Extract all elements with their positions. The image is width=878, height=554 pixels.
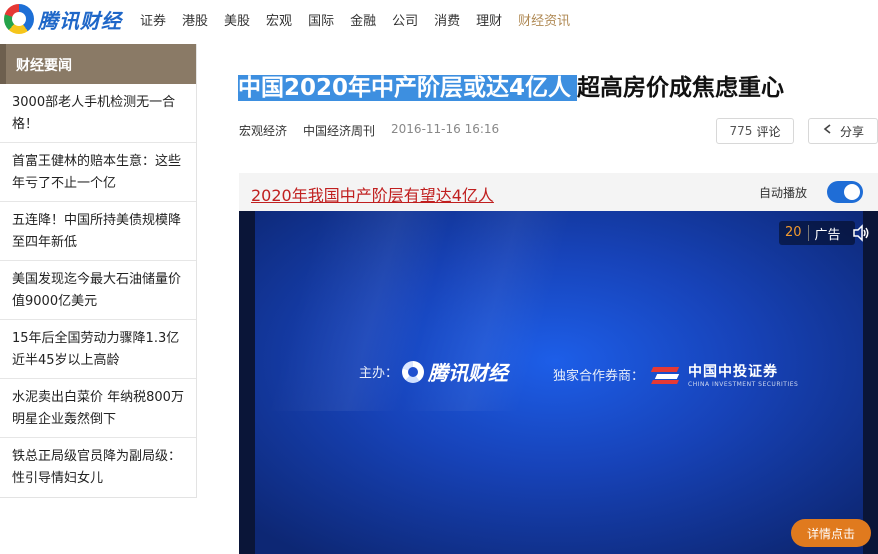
partner-prefix: 独家合作券商： [553, 369, 645, 384]
news-sidebar: 财经要闻 3000部老人手机检测无一合格！ 首富王健林的赔本生意：这些年亏了不止… [0, 44, 197, 498]
partner-name-en: CHINA INVESTMENT SECURITIES [688, 381, 799, 388]
sidebar-news-item[interactable]: 首富王健林的赔本生意：这些年亏了不止一个亿 [0, 143, 196, 202]
nav-item-finance-news[interactable]: 财经资讯 [518, 10, 570, 29]
nav-item-macro[interactable]: 宏观 [266, 10, 292, 29]
comment-label: 评论 [756, 124, 781, 139]
sponsor-logo-icon [402, 360, 425, 383]
ad-label: 广告 [814, 227, 841, 243]
sponsor-prefix: 主办： [359, 366, 399, 381]
article-title: 中国2020年中产阶层或达4亿人 超高房价成焦虑重心 [238, 72, 784, 104]
partner-credit: 独家合作券商： 中国中投证券 CHINA INVESTMENT SECURITI… [553, 361, 798, 388]
share-label: 分享 [839, 124, 864, 139]
article-time: 2016-11-16 16:16 [391, 122, 500, 136]
sidebar-news-item[interactable]: 五连降！中国所持美债规模降至四年新低 [0, 202, 196, 261]
ad-countdown-badge: 20 广告 [779, 221, 855, 245]
article-title-rest: 超高房价成焦虑重心 [577, 75, 785, 101]
channel-nav: 证券 港股 美股 宏观 国际 金融 公司 消费 理财 财经资讯 [140, 10, 586, 29]
sidebar-news-item[interactable]: 美国发现迄今最大石油储量价值9000亿美元 [0, 261, 196, 320]
toggle-knob [844, 184, 860, 200]
sidebar-news-item[interactable]: 铁总正局级官员降为副局级：性引导情妇女儿 [0, 438, 196, 497]
volume-icon[interactable] [851, 223, 871, 243]
brand-logo-icon [4, 4, 34, 34]
ad-countdown: 20 [779, 225, 809, 241]
sponsor-logo: 腾讯财经 [402, 357, 508, 386]
nav-item-securities[interactable]: 证券 [140, 10, 166, 29]
sponsor-brand: 腾讯财经 [428, 361, 509, 385]
nav-item-finance[interactable]: 金融 [350, 10, 376, 29]
sidebar-title: 财经要闻 [16, 58, 72, 74]
share-button[interactable]: 分享 [808, 118, 878, 144]
comment-count: 775 [729, 124, 753, 138]
video-header-bar: 2020年我国中产阶层有望达4亿人 自动播放 [239, 173, 878, 211]
nav-item-wealth[interactable]: 理财 [476, 10, 502, 29]
article-title-selected: 中国2020年中产阶层或达4亿人 [238, 75, 578, 101]
brand-name: 腾讯财经 [38, 8, 122, 33]
site-logo[interactable]: 腾讯财经 [4, 4, 122, 34]
top-navigation: 腾讯财经 证券 港股 美股 宏观 国际 金融 公司 消费 理财 财经资讯 [0, 0, 878, 38]
autoplay-label: 自动播放 [759, 186, 808, 200]
nav-item-companies[interactable]: 公司 [392, 10, 418, 29]
article-source[interactable]: 中国经济周刊 [303, 122, 375, 139]
nav-item-international[interactable]: 国际 [308, 10, 334, 29]
partner-name-cn: 中国中投证券 [688, 364, 779, 380]
video-title-link[interactable]: 2020年我国中产阶层有望达4亿人 [251, 182, 494, 206]
article-meta: 宏观经济 中国经济周刊 2016-11-16 16:16 [239, 122, 499, 139]
partner-logo-icon [650, 365, 682, 385]
share-icon [822, 123, 834, 139]
sidebar-news-item[interactable]: 15年后全国劳动力骤降1.3亿 近半45岁以上高龄 [0, 320, 196, 379]
nav-item-hk-stocks[interactable]: 港股 [182, 10, 208, 29]
sidebar-news-item[interactable]: 3000部老人手机检测无一合格！ [0, 84, 196, 143]
nav-item-us-stocks[interactable]: 美股 [224, 10, 250, 29]
partner-name: 中国中投证券 CHINA INVESTMENT SECURITIES [688, 361, 798, 388]
article-category[interactable]: 宏观经济 [239, 122, 287, 139]
comment-button[interactable]: 775 评论 [716, 118, 794, 144]
sidebar-news-list: 3000部老人手机检测无一合格！ 首富王健林的赔本生意：这些年亏了不止一个亿 五… [0, 84, 196, 497]
video-player[interactable]: 20 广告 主办： 腾讯财经 独家合作券商： 中国中投证券 CHINA INVE… [239, 211, 878, 554]
sponsor-credit: 主办： 腾讯财经 [359, 357, 508, 386]
sidebar-news-item[interactable]: 水泥卖出白菜价 年纳税800万明星企业轰然倒下 [0, 379, 196, 438]
nav-item-consumer[interactable]: 消费 [434, 10, 460, 29]
autoplay-toggle[interactable] [827, 181, 863, 203]
detail-button[interactable]: 详情点击 [791, 519, 871, 547]
video-frame: 20 广告 主办： 腾讯财经 独家合作券商： 中国中投证券 CHINA INVE… [255, 211, 863, 554]
sidebar-header: 财经要闻 [0, 44, 196, 84]
